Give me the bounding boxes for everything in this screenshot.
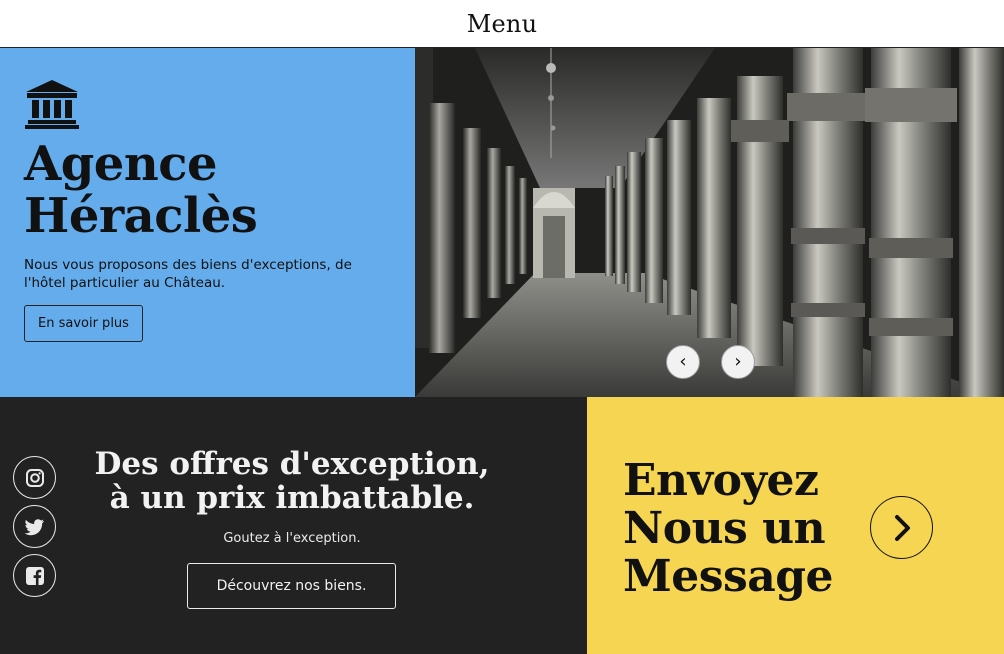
twitter-link[interactable] <box>13 505 56 548</box>
facebook-link[interactable] <box>13 554 56 597</box>
hero-description: Nous vous proposons des biens d'exceptio… <box>24 257 352 291</box>
hero-panel: Agence Héraclès Nous vous proposons des … <box>0 48 415 397</box>
twitter-icon <box>24 518 44 535</box>
hero-title-line1: Agence <box>24 136 218 192</box>
chevron-left-icon: ‹ <box>679 351 687 372</box>
send-message-button[interactable] <box>870 496 933 559</box>
facebook-icon <box>25 566 44 585</box>
contact-panel: Envoyez Nous un Message <box>587 397 1004 654</box>
hero-carousel: ‹ › <box>415 48 1004 397</box>
bank-building-icon <box>25 80 79 129</box>
offers-title-line1: Des offres d'exception, <box>94 446 490 482</box>
carousel-prev-button[interactable]: ‹ <box>666 345 700 379</box>
offers-subtitle: Goutez à l'exception. <box>223 531 361 546</box>
instagram-link[interactable] <box>13 456 56 499</box>
offers-panel: Des offres d'exception, à un prix imbatt… <box>0 397 587 654</box>
learn-more-button[interactable]: En savoir plus <box>24 305 143 342</box>
hero-title: Agence Héraclès <box>24 138 391 242</box>
offers-title-line2: à un prix imbattable. <box>109 480 475 516</box>
chevron-right-icon: › <box>734 351 742 372</box>
top-navbar: Menu <box>0 0 1004 48</box>
contact-title-line3: Message <box>623 551 834 602</box>
instagram-icon <box>25 468 44 487</box>
contact-title: Envoyez Nous un Message <box>623 457 853 601</box>
hero-title-line2: Héraclès <box>24 188 258 244</box>
contact-title-line1: Envoyez <box>623 455 819 506</box>
discover-properties-button[interactable]: Découvrez nos biens. <box>187 563 396 609</box>
offers-title: Des offres d'exception, à un prix imbatt… <box>62 447 522 515</box>
carousel-image <box>415 48 1004 397</box>
carousel-next-button[interactable]: › <box>721 345 755 379</box>
menu-link[interactable]: Menu <box>467 10 538 38</box>
contact-title-line2: Nous un <box>623 503 826 554</box>
chevron-right-icon <box>894 514 910 541</box>
